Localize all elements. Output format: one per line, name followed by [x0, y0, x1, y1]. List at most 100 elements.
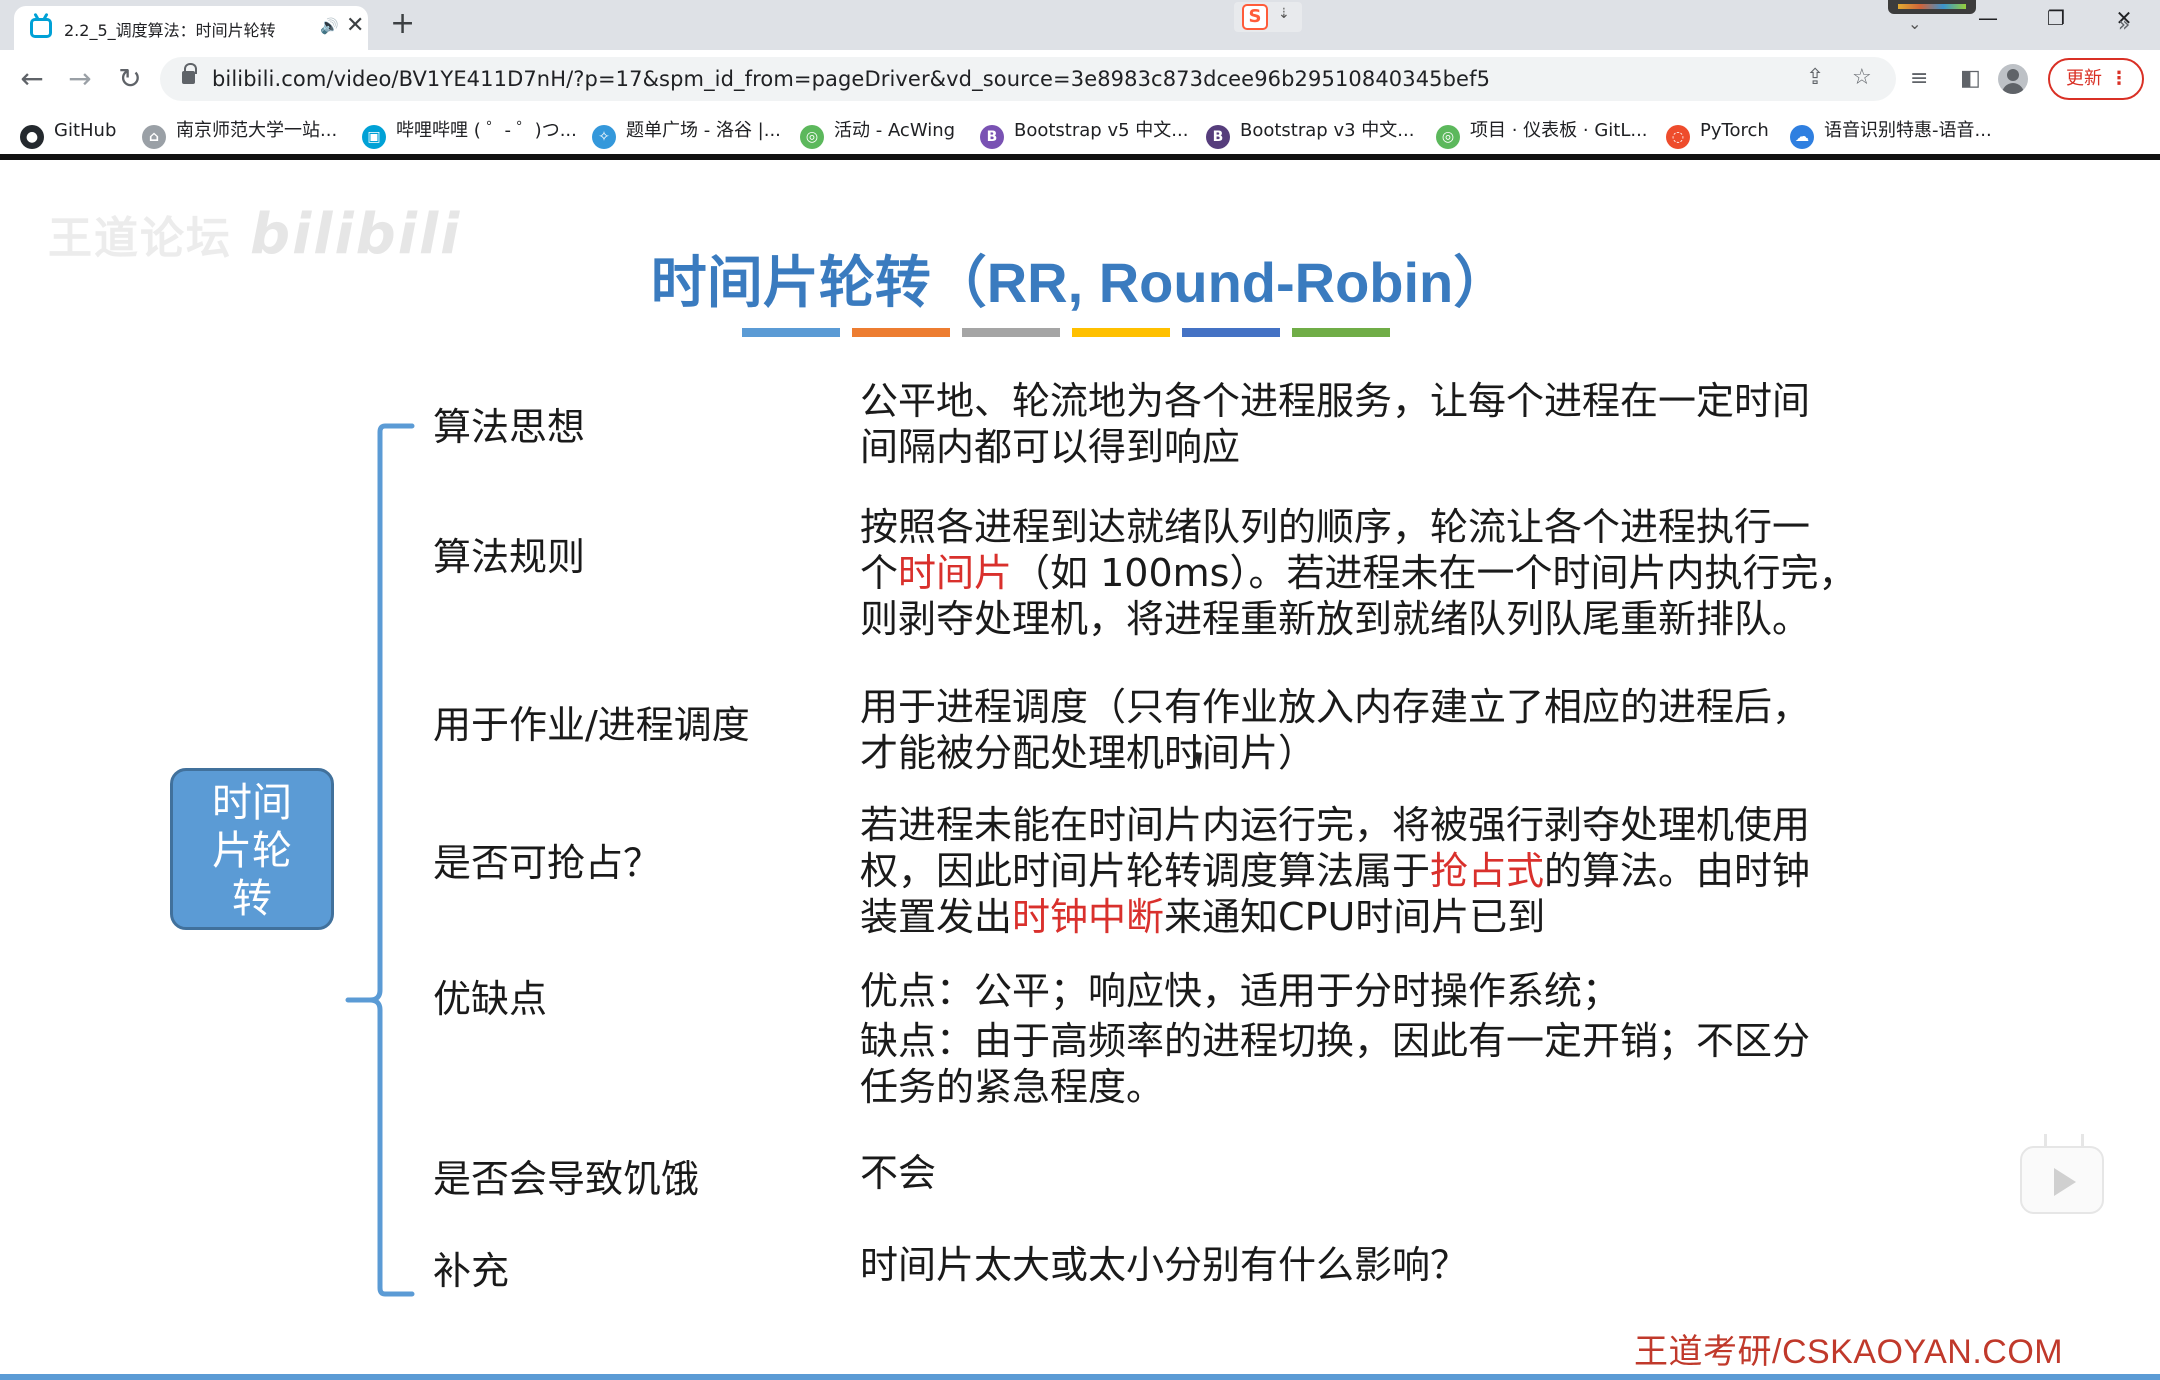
text-segment: 用于进程调度（只有作业放入内存建立了相应的进程后， [860, 685, 1811, 729]
bookmark-label: Bootstrap v3 中文... [1240, 120, 1415, 141]
row-description: 用于进程调度（只有作业放入内存建立了相应的进程后， 才能被分配处理机时间片） [860, 684, 1920, 776]
bookmark-item[interactable]: ◌ PyTorch [1666, 116, 1769, 149]
title-underline-bar [1182, 328, 1280, 337]
row-label: 是否可抢占？ [433, 841, 662, 885]
bookmark-label: 哔哩哔哩 ( ゜- ゜)つ... [396, 120, 577, 141]
pytorch-icon: ◌ [1666, 125, 1690, 149]
tab-close-icon[interactable]: ✕ [346, 14, 364, 38]
description-line: 缺点：由于高频率的进程切换，因此有一定开销；不区分 [860, 1018, 1920, 1064]
player-progress-line [0, 1374, 2160, 1380]
bookmark-item[interactable]: ☁ 语音识别特惠-语音... [1790, 116, 1992, 149]
text-segment: 权，因此时间片轮转调度算法属于 [860, 849, 1431, 893]
title-underline-bar [1072, 328, 1170, 337]
title-underline-bar [742, 328, 840, 337]
text-segment: 不会 [860, 1151, 937, 1195]
title-underline-bar [962, 328, 1060, 337]
row-label: 是否会导致饥饿 [433, 1157, 700, 1201]
bookmark-label: Bootstrap v5 中文... [1014, 120, 1189, 141]
github-icon: ● [20, 125, 44, 149]
description-line: 则剥夺处理机，将进程重新放到就绪队列队尾重新排队。 [860, 596, 1920, 642]
bookmark-label: 题单广场 - 洛谷 |... [626, 120, 781, 141]
text-segment: （如 100ms）。若进程未在一个时间片内执行完， [1012, 551, 1857, 595]
lock-icon[interactable] [182, 63, 197, 84]
bootstrap-icon: B [980, 125, 1004, 149]
forward-button[interactable]: → [60, 60, 100, 100]
extension-s-button[interactable]: S ⇣ [1234, 2, 1302, 32]
text-segment: 若进程未能在时间片内运行完，将被强行剥夺处理机使用 [860, 803, 1811, 847]
text-segment: 装置发出 [860, 895, 1013, 939]
more-menu-icon: ⋮ [2110, 68, 2128, 89]
text-segment: 时间片太大或太小分别有什么影响？ [860, 1243, 1469, 1287]
center-node-line: 片轮 [212, 828, 292, 874]
row-description: 不会 [860, 1150, 1920, 1196]
bookmark-label: 项目 · 仪表板 · GitL... [1470, 120, 1648, 141]
highlight-term: 抢占式 [1430, 849, 1545, 893]
bookmark-label: GitHub [54, 120, 117, 141]
row-label: 补充 [433, 1249, 510, 1293]
bookmark-star-icon[interactable]: ☆ [1852, 65, 1872, 90]
description-line: 时间片太大或太小分别有什么影响？ [860, 1242, 1920, 1288]
text-segment: 按照各进程到达就绪队列的顺序，轮流让各个进程执行一 [860, 505, 1811, 549]
tab-search-chevron-icon[interactable]: ⌄ [1908, 14, 1921, 33]
row-description: 按照各进程到达就绪队列的顺序，轮流让各个进程执行一 个时间片（如 100ms）。若… [860, 504, 1920, 642]
text-segment: 才能被分配处理机时间片） [860, 731, 1317, 775]
browser-toolbar: ← → ↻ bilibili.com/video/BV1YE411D7nH/?p… [0, 50, 2160, 108]
row-label: 算法思想 [433, 405, 586, 449]
text-segment: 则剥夺处理机，将进程重新放到就绪队列队尾重新排队。 [860, 597, 1811, 641]
bookmark-item[interactable]: B Bootstrap v5 中文... [980, 116, 1189, 149]
video-frame[interactable]: 王道论坛 bilibili 时间片轮转（RR, Round-Robin） 时间 片… [0, 160, 2160, 1376]
description-line: 不会 [860, 1150, 1920, 1196]
title-underline-bar [852, 328, 950, 337]
tab-strip: 2.2_5_调度算法：时间片轮转 🔊 ✕ + S ⇣ ⌄ — ❐ ✕ [0, 0, 2160, 50]
play-button[interactable] [2020, 1134, 2104, 1214]
text-segment: 的算法。由时钟 [1544, 849, 1811, 893]
row-label: 算法规则 [433, 535, 586, 579]
reload-button[interactable]: ↻ [110, 60, 150, 100]
media-indicator [1888, 0, 1976, 14]
title-underline-bar [1292, 328, 1390, 337]
share-icon[interactable]: ⇪ [1806, 65, 1824, 90]
bookmark-item[interactable]: ▣ 哔哩哔哩 ( ゜- ゜)つ... [362, 116, 577, 149]
center-node-line: 转 [232, 876, 272, 922]
side-panel-icon[interactable]: ◧ [1960, 66, 1981, 91]
address-bar[interactable]: bilibili.com/video/BV1YE411D7nH/?p=17&sp… [160, 57, 1896, 101]
description-line: 公平地、轮流地为各个进程服务，让每个进程在一定时间 [860, 378, 1920, 424]
bookmark-item[interactable]: ◎ 项目 · 仪表板 · GitL... [1436, 116, 1648, 149]
audio-playing-icon[interactable]: 🔊 [320, 17, 339, 35]
description-line: 优点：公平；响应快，适用于分时操作系统； [860, 968, 1920, 1014]
center-node-line: 时间 [212, 780, 292, 826]
home-icon: ⌂ [142, 125, 166, 149]
description-line: 用于进程调度（只有作业放入内存建立了相应的进程后， [860, 684, 1920, 730]
text-segment: 来通知CPU时间片已到 [1164, 895, 1546, 939]
title-color-bars [742, 322, 1402, 341]
text-segment: 优点：公平；响应快，适用于分时操作系统； [860, 969, 1621, 1013]
text-segment: 个 [860, 551, 899, 595]
url-text[interactable]: bilibili.com/video/BV1YE411D7nH/?p=17&sp… [212, 67, 1490, 91]
tab-title: 2.2_5_调度算法：时间片轮转 [64, 21, 276, 40]
text-segment: 间隔内都可以得到响应 [860, 425, 1241, 469]
restore-button[interactable]: ❐ [2036, 6, 2076, 30]
slide-title: 时间片轮转（RR, Round-Robin） [650, 251, 1510, 314]
bookmark-item[interactable]: ✧ 题单广场 - 洛谷 |... [592, 116, 781, 149]
profile-avatar[interactable] [1998, 64, 2028, 94]
bookmark-label: 语音识别特惠-语音... [1824, 120, 1992, 141]
text-segment: 任务的紧急程度。 [860, 1065, 1165, 1109]
tab-active[interactable]: 2.2_5_调度算法：时间片轮转 🔊 ✕ [14, 6, 368, 50]
reading-list-icon[interactable]: ≡ [1910, 66, 1928, 91]
gitlab-icon: ◎ [1436, 125, 1460, 149]
bookmark-item[interactable]: ◎ 活动 - AcWing [800, 116, 955, 149]
bookmark-label: PyTorch [1700, 120, 1769, 141]
bookmark-item[interactable]: ⌂ 南京师范大学一站... [142, 116, 337, 149]
update-button[interactable]: 更新 ⋮ [2048, 58, 2144, 100]
back-button[interactable]: ← [12, 60, 52, 100]
bookmarks-bar: ● GitHub ⌂ 南京师范大学一站... ▣ 哔哩哔哩 ( ゜- ゜)つ... ✧ 题单广… [0, 108, 2160, 154]
bookmark-item[interactable]: B Bootstrap v3 中文... [1206, 116, 1415, 149]
minimize-button[interactable]: — [1968, 6, 2008, 30]
bookmarks-overflow-icon[interactable]: » [2118, 12, 2130, 36]
description-line: 才能被分配处理机时间片） [860, 730, 1920, 776]
new-tab-button[interactable]: + [390, 8, 415, 40]
chevron-down-icon: ⇣ [1278, 6, 1290, 22]
bookmark-item[interactable]: ● GitHub [20, 116, 117, 149]
s-extension-icon: S [1242, 4, 1268, 30]
row-description: 时间片太大或太小分别有什么影响？ [860, 1242, 1920, 1288]
